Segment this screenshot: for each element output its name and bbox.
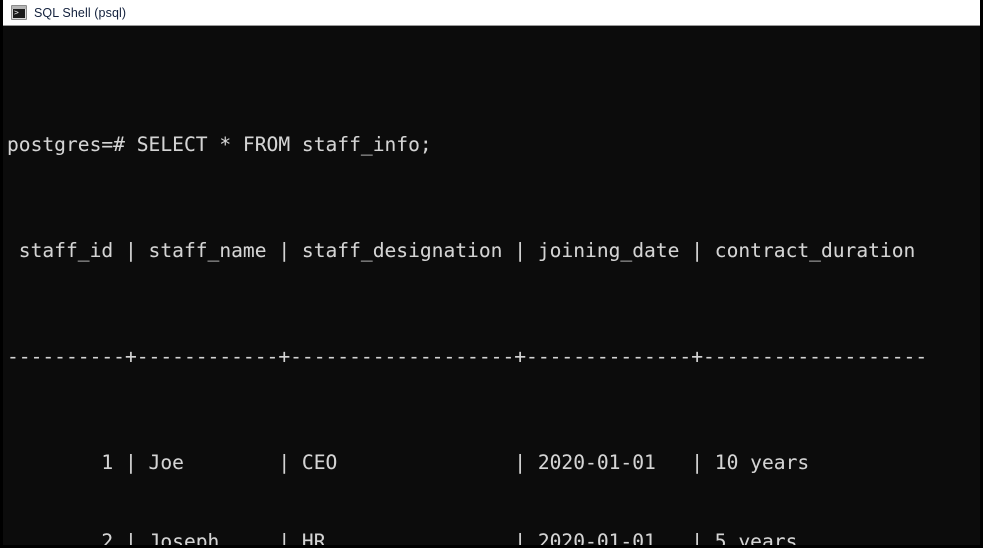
table-separator-row: ----------+------------+----------------…: [7, 344, 980, 371]
terminal-text: postgres=# SELECT * FROM staff_info; sta…: [7, 52, 980, 545]
table-row: 2 | Joseph | HR | 2020-01-01 | 5 years: [7, 529, 980, 545]
table-row: 1 | Joe | CEO | 2020-01-01 | 10 years: [7, 450, 980, 477]
command-line: postgres=# SELECT * FROM staff_info;: [7, 132, 980, 159]
window-titlebar: SQL Shell (psql): [3, 0, 980, 26]
window-title: SQL Shell (psql): [34, 6, 126, 20]
terminal-output-area[interactable]: postgres=# SELECT * FROM staff_info; sta…: [3, 26, 980, 545]
sql-shell-window: SQL Shell (psql) postgres=# SELECT * FRO…: [0, 0, 983, 548]
table-header-row: staff_id | staff_name | staff_designatio…: [7, 238, 980, 265]
console-icon: [11, 5, 27, 20]
